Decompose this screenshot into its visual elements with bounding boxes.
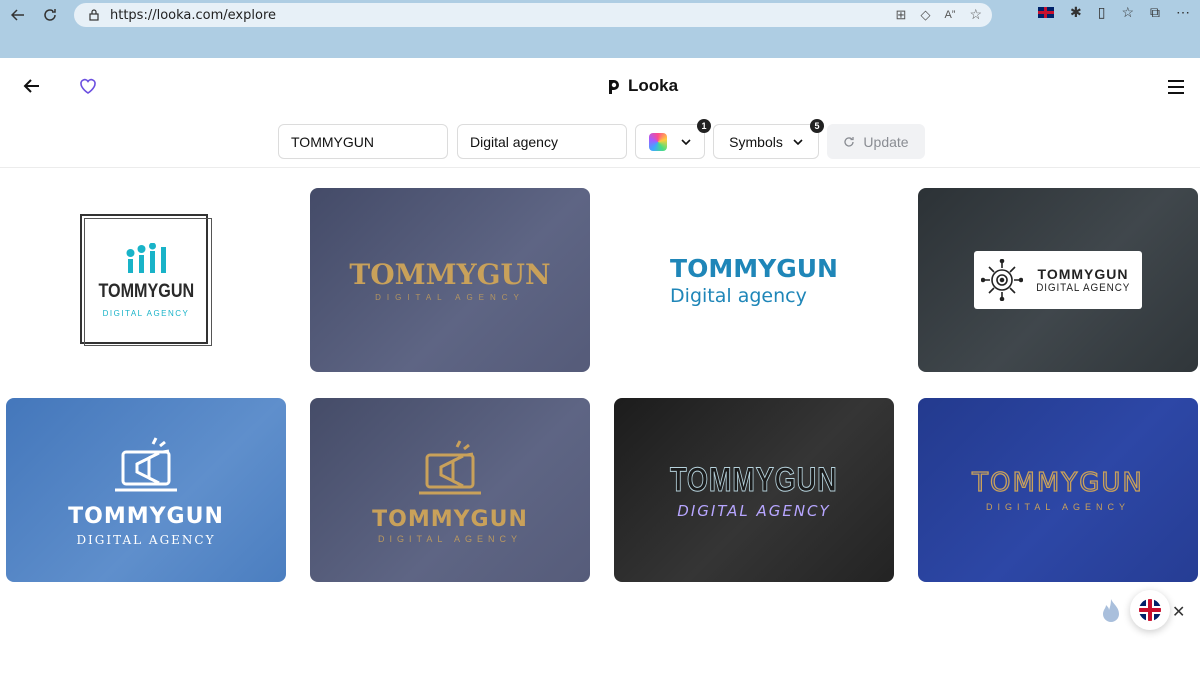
logo-name: TOMMYGUN xyxy=(670,253,838,283)
update-label: Update xyxy=(863,133,909,150)
company-name-value: TOMMYGUN xyxy=(291,133,374,150)
megaphone-laptop-icon xyxy=(115,436,177,491)
logo-name: TOMMYGUN xyxy=(971,467,1144,498)
color-count-badge: 1 xyxy=(697,119,711,133)
bookmarks-bar xyxy=(0,30,1200,58)
read-aloud-icon[interactable]: A” xyxy=(944,9,955,21)
logo-name: TOMMYGUN xyxy=(349,258,551,291)
logo-card[interactable]: TOMMYGUN DIGITAL AGENCY xyxy=(918,398,1198,582)
logo-name: TOMMYGUN xyxy=(98,280,194,302)
symbols-count-badge: 5 xyxy=(810,119,824,133)
industry-input[interactable]: Digital agency xyxy=(457,124,627,159)
logo-name: TOMMYGUN xyxy=(670,460,838,499)
logo-card[interactable]: TOMMYGUN Digital agency xyxy=(614,188,894,372)
refresh-icon xyxy=(844,136,855,147)
chevron-down-icon xyxy=(793,138,803,145)
target-circuit-icon xyxy=(980,259,1023,301)
logo-card[interactable]: TOMMYGUN DIGITAL AGENCY xyxy=(918,188,1198,372)
logo-tagline: DIGITAL AGENCY xyxy=(102,308,190,318)
reload-icon[interactable] xyxy=(38,3,62,27)
uk-flag-icon[interactable] xyxy=(1037,7,1054,18)
logo-card[interactable]: TOMMYGUN DIGITAL AGENCY xyxy=(614,398,894,582)
logo-badge: TOMMYGUN DIGITAL AGENCY xyxy=(974,251,1142,309)
logo-tagline: DIGITAL AGENCY xyxy=(76,532,216,547)
back-icon[interactable] xyxy=(6,3,30,27)
hamburger-menu-icon[interactable] xyxy=(1168,80,1184,99)
uk-flag-icon xyxy=(1139,599,1161,621)
color-dropdown[interactable] xyxy=(635,124,705,159)
logo-card[interactable]: TOMMYGUN DIGITAL AGENCY xyxy=(310,188,590,372)
logo-name: TOMMYGUN xyxy=(1037,266,1129,282)
close-icon[interactable]: ✕ xyxy=(1172,602,1185,622)
symbols-dropdown[interactable]: Symbols xyxy=(713,124,819,159)
flame-icon[interactable] xyxy=(1100,598,1122,629)
favorite-star-icon[interactable]: ☆ xyxy=(969,6,982,23)
collections-icon[interactable]: ⧉ xyxy=(1150,4,1160,21)
symbols-label: Symbols xyxy=(729,133,783,150)
brand-name: Looka xyxy=(628,76,679,95)
logo-card[interactable]: TOMMYGUN DIGITAL AGENCY xyxy=(310,398,590,582)
logo-tagline: DIGITAL AGENCY xyxy=(1035,282,1131,294)
language-selector[interactable] xyxy=(1130,590,1170,630)
app-header: Looka xyxy=(0,58,1200,116)
logo-name: TOMMYGUN xyxy=(68,503,224,529)
logo-tagline: Digital agency xyxy=(670,284,807,307)
logo-name: TOMMYGUN xyxy=(372,506,528,532)
chevron-down-icon xyxy=(681,138,691,145)
logo-tagline: DIGITAL AGENCY xyxy=(375,293,525,302)
favorites-heart-icon[interactable] xyxy=(78,76,98,101)
logo-tagline: DIGITAL AGENCY xyxy=(677,501,831,520)
megaphone-laptop-icon xyxy=(419,439,481,494)
back-arrow-icon[interactable] xyxy=(22,76,42,101)
url-text: https://looka.com/explore xyxy=(110,7,276,23)
update-button[interactable]: Update xyxy=(827,124,925,159)
looka-mark-icon xyxy=(609,80,619,94)
color-swatch-icon xyxy=(649,132,667,151)
logo-tagline: DIGITAL AGENCY xyxy=(377,533,523,544)
tag-icon[interactable]: ◇ xyxy=(920,7,930,23)
logo-card[interactable]: TOMMYGUN DIGITAL AGENCY xyxy=(6,188,286,372)
address-bar[interactable]: https://looka.com/explore ⊞ ◇ A” ☆ xyxy=(74,3,992,27)
favorites-icon[interactable]: ☆ xyxy=(1121,4,1134,21)
company-name-input[interactable]: TOMMYGUN xyxy=(278,124,448,159)
logo-card[interactable]: TOMMYGUN DIGITAL AGENCY xyxy=(6,398,286,582)
filter-toolbar: TOMMYGUN Digital agency 1 Symbols 5 Upda… xyxy=(0,116,1200,168)
money-arrows-icon xyxy=(126,242,166,273)
more-icon[interactable]: ⋯ xyxy=(1176,4,1190,21)
brand-logo[interactable]: Looka xyxy=(606,76,678,96)
industry-value: Digital agency xyxy=(470,133,558,150)
split-screen-icon[interactable]: ▯ xyxy=(1098,4,1106,21)
browser-toolbar: https://looka.com/explore ⊞ ◇ A” ☆ ✱ ▯ ☆… xyxy=(0,0,1200,30)
extensions-icon[interactable]: ✱ xyxy=(1070,4,1082,21)
app-grid-icon[interactable]: ⊞ xyxy=(896,7,907,23)
logo-tagline: DIGITAL AGENCY xyxy=(985,502,1131,512)
lock-icon xyxy=(89,9,99,21)
